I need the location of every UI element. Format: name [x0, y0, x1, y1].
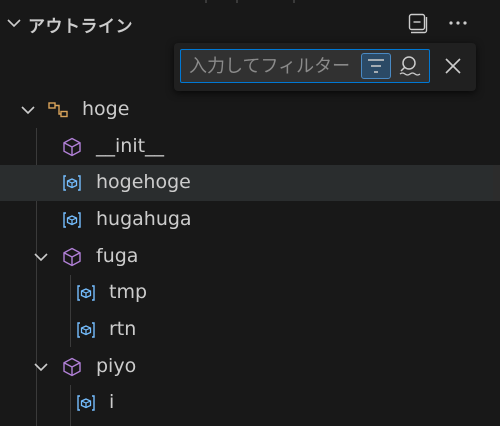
- chevron-down-icon[interactable]: [19, 101, 37, 119]
- tree-item-label: tmp: [109, 281, 148, 303]
- tree-item-tmp[interactable]: tmp: [0, 275, 500, 311]
- tree-item-label: piyo: [96, 355, 137, 377]
- symbol-variable-icon: [77, 395, 95, 411]
- filter-input-box[interactable]: [180, 49, 430, 83]
- tree-item-rtn[interactable]: rtn: [0, 312, 500, 348]
- filter-input[interactable]: [181, 50, 364, 82]
- scrollbar[interactable]: [493, 165, 500, 201]
- tree-item-fuga[interactable]: fuga: [0, 239, 500, 275]
- filter-widget: [174, 43, 476, 91]
- tree-item-label: i: [109, 391, 115, 413]
- tree-item-label: fuga: [96, 245, 139, 267]
- tree-item-hogehoge[interactable]: hogehoge: [0, 165, 500, 201]
- symbol-namespace-icon: [48, 102, 68, 118]
- filter-icon: [368, 59, 384, 73]
- tree-item-label: hoge: [82, 98, 130, 120]
- tree-item-label: hogehoge: [96, 171, 191, 193]
- symbol-variable-icon: [77, 285, 95, 301]
- fuzzy-match-toggle[interactable]: [395, 53, 425, 79]
- fuzzy-search-icon: [399, 56, 421, 76]
- tree-item-piyo[interactable]: piyo: [0, 349, 500, 385]
- filter-mode-toggle[interactable]: [361, 53, 391, 79]
- symbol-variable-icon: [63, 175, 81, 191]
- close-icon[interactable]: [440, 53, 466, 79]
- chevron-down-icon[interactable]: [32, 358, 50, 376]
- tree-item-label: __init__: [96, 135, 165, 157]
- more-actions-icon[interactable]: [446, 11, 470, 35]
- tree-item-label: hugahuga: [96, 208, 192, 230]
- symbol-module-icon: [63, 137, 81, 157]
- chevron-down-icon[interactable]: [32, 248, 50, 266]
- outline-header[interactable]: アウトライン: [0, 4, 500, 42]
- tree-item-hoge[interactable]: hoge: [0, 92, 500, 128]
- tree-item-init[interactable]: __init__: [0, 129, 500, 165]
- tree-item-i[interactable]: i: [0, 385, 500, 426]
- symbol-variable-icon: [77, 322, 95, 338]
- panel-title: アウトライン: [28, 17, 133, 37]
- tree-item-hugahuga[interactable]: hugahuga: [0, 202, 500, 238]
- symbol-variable-icon: [63, 212, 81, 228]
- tree-item-label: rtn: [109, 318, 137, 340]
- collapse-all-icon[interactable]: [405, 11, 429, 35]
- outline-panel: アウトライン 入力してフィルター hoge __init__ hogehoge …: [0, 0, 500, 426]
- chevron-down-icon[interactable]: [5, 14, 23, 32]
- symbol-module-icon: [63, 357, 81, 377]
- symbol-module-icon: [63, 247, 81, 267]
